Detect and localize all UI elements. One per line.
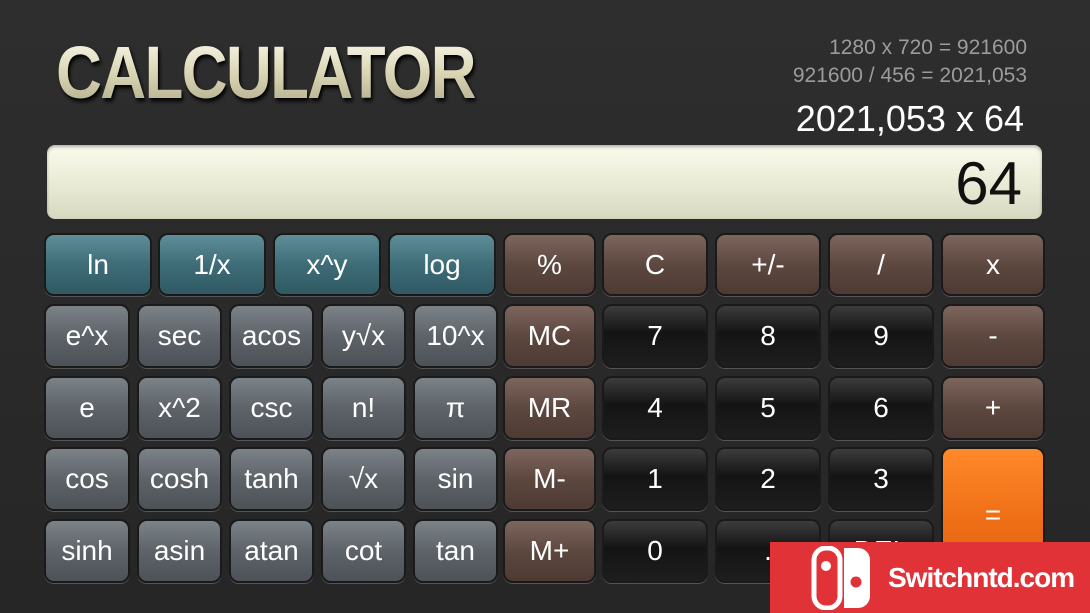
key-4[interactable]: 4 — [602, 376, 708, 440]
key-ln[interactable]: ln — [44, 233, 152, 296]
key-tanh[interactable]: tanh — [229, 447, 314, 511]
key-atan[interactable]: atan — [229, 519, 314, 583]
key-3[interactable]: 3 — [828, 447, 934, 511]
key-cos[interactable]: cos — [44, 447, 130, 511]
key-9[interactable]: 9 — [828, 304, 934, 368]
key-MC[interactable]: MC — [503, 304, 596, 368]
switch-logo-icon — [811, 545, 870, 610]
key-acos[interactable]: acos — [229, 304, 314, 368]
key-1[interactable]: 1 — [602, 447, 708, 511]
key-sin[interactable]: sin — [413, 447, 498, 511]
key-asin[interactable]: asin — [137, 519, 222, 583]
key-cosh[interactable]: cosh — [137, 447, 222, 511]
key-cot[interactable]: cot — [321, 519, 406, 583]
key-log[interactable]: log — [388, 233, 496, 296]
key-10x94x[interactable]: 10^x — [413, 304, 498, 368]
watermark: Switchntd.com — [770, 542, 1090, 613]
key-yx8730x[interactable]: y√x — [321, 304, 406, 368]
key-8[interactable]: 8 — [715, 304, 821, 368]
key-x43[interactable]: + — [941, 376, 1045, 440]
key-x45[interactable]: - — [941, 304, 1045, 368]
app-title: CALCULATOR — [56, 31, 477, 114]
key-5[interactable]: 5 — [715, 376, 821, 440]
watermark-text: Switchntd.com — [888, 561, 1075, 593]
key-csc[interactable]: csc — [229, 376, 314, 440]
key-x[interactable]: x — [941, 233, 1045, 296]
history-line: 1280 x 720 = 921600 — [829, 36, 1027, 59]
key-1x47x[interactable]: 1/x — [158, 233, 266, 296]
key-x43x47x45[interactable]: +/- — [715, 233, 821, 296]
key-sinh[interactable]: sinh — [44, 519, 130, 583]
key-x37[interactable]: % — [503, 233, 596, 296]
key-ex94x[interactable]: e^x — [44, 304, 130, 368]
current-expression: 2021,053 x 64 — [795, 98, 1024, 139]
key-7[interactable]: 7 — [602, 304, 708, 368]
key-e[interactable]: e — [44, 376, 130, 440]
key-C[interactable]: C — [602, 233, 708, 296]
key-6[interactable]: 6 — [828, 376, 934, 440]
display-value: 64 — [955, 150, 1022, 217]
key-Mx43[interactable]: M+ — [503, 519, 596, 583]
key-nx33[interactable]: n! — [321, 376, 406, 440]
history-line: 921600 / 456 = 2021,053 — [792, 64, 1027, 87]
key-Mx45[interactable]: M- — [503, 447, 596, 511]
key-x47[interactable]: / — [828, 233, 934, 296]
key-2[interactable]: 2 — [715, 447, 821, 511]
display: 64 — [47, 145, 1042, 219]
key-sec[interactable]: sec — [137, 304, 222, 368]
key-xx942[interactable]: x^2 — [137, 376, 222, 440]
key-xx94y[interactable]: x^y — [273, 233, 381, 296]
key-tan[interactable]: tan — [413, 519, 498, 583]
key-x8730x[interactable]: √x — [321, 447, 406, 511]
key-0[interactable]: 0 — [602, 519, 708, 583]
key-MR[interactable]: MR — [503, 376, 596, 440]
key-x960[interactable]: π — [413, 376, 498, 440]
